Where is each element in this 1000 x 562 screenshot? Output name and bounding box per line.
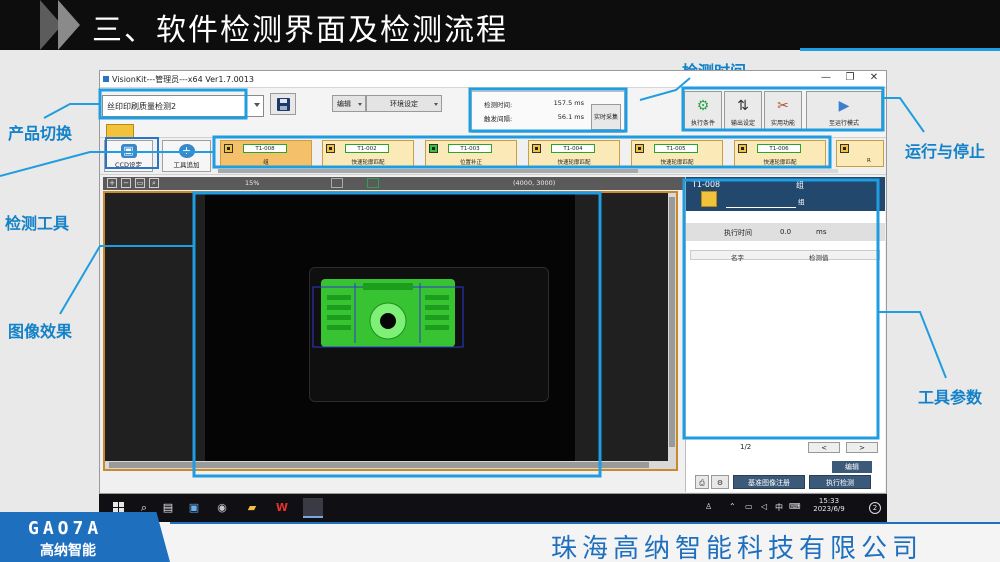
highlight-params: [682, 178, 880, 440]
highlight-run-buttons: [681, 86, 885, 132]
footer-brand-block: GAO7A 高纳智能: [0, 512, 170, 562]
leader-image-effect: [59, 245, 194, 315]
highlight-tools: [212, 135, 832, 169]
footer-line: [170, 522, 1000, 524]
highlight-image: [192, 191, 602, 478]
leader-tool-params: [878, 311, 947, 379]
highlight-timing: [468, 87, 628, 133]
highlight-product-select: [98, 88, 248, 120]
leader-product-switch: [43, 103, 100, 119]
brand-logo: GAO7A: [28, 518, 103, 539]
brand-name: 高纳智能: [40, 543, 96, 559]
leader-run-stop: [884, 97, 925, 133]
company-name: 珠海高纳智能科技有限公司: [551, 534, 924, 562]
annotation-overlay: [0, 77, 947, 478]
